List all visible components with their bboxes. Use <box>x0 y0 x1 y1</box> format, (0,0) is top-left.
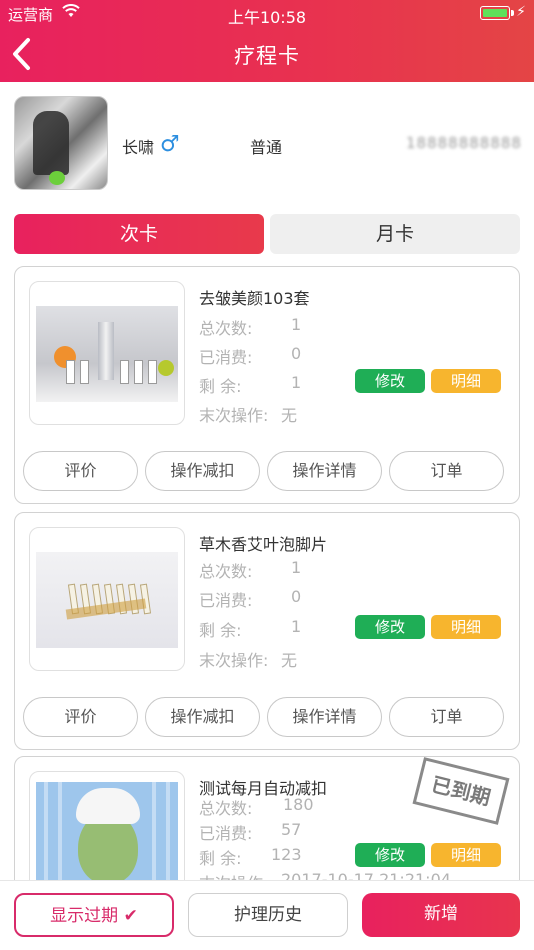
photo-tall-bottle <box>98 322 114 380</box>
deduct-button[interactable]: 操作减扣 <box>145 697 260 737</box>
battery-cap <box>511 10 514 16</box>
review-button[interactable]: 评价 <box>23 451 138 491</box>
detail-button[interactable]: 明细 <box>431 615 501 639</box>
customer-name: 长啸 <box>122 138 155 157</box>
review-button[interactable]: 评价 <box>23 697 138 737</box>
remaining-value: 1 <box>291 373 302 392</box>
product-photo <box>36 552 178 648</box>
last-op-label: 末次操作: <box>199 651 269 670</box>
photo-bottle <box>120 360 129 384</box>
tab-month-card[interactable]: 月卡 <box>270 214 520 254</box>
total-value: 1 <box>291 315 302 334</box>
modify-button[interactable]: 修改 <box>355 369 425 393</box>
avatar[interactable] <box>14 96 108 190</box>
deduct-button[interactable]: 操作减扣 <box>145 451 260 491</box>
customer-profile: 长啸 ♂ 普通 18888888888 <box>0 82 534 202</box>
total-label: 总次数: <box>199 799 253 818</box>
treatment-card: 草木香艾叶泡脚片 总次数: 1 已消费: 0 剩 余: 1 末次操作: 无 修改… <box>14 512 520 750</box>
treatment-card: 去皱美颜103套 总次数: 1 已消费: 0 剩 余: 1 末次操作: 无 修改… <box>14 266 520 504</box>
photo-bottle <box>66 360 75 384</box>
total-label: 总次数: <box>199 319 253 338</box>
status-time: 上午10:58 <box>227 8 307 27</box>
total-label: 总次数: <box>199 562 253 581</box>
consumed-value: 0 <box>291 344 302 363</box>
care-history-button[interactable]: 护理历史 <box>188 893 348 937</box>
last-op-value: 无 <box>281 651 298 670</box>
tab-count-card[interactable]: 次卡 <box>14 214 264 254</box>
product-image <box>29 527 185 671</box>
remaining-value: 123 <box>271 845 302 864</box>
status-bar: 运营商 上午10:58 ⚡ <box>0 0 534 28</box>
add-button[interactable]: 新增 <box>362 893 520 937</box>
card-title: 去皱美颜103套 <box>199 289 310 308</box>
consumed-value: 57 <box>281 820 302 839</box>
avatar-figure <box>33 111 69 175</box>
photo-bottle <box>134 360 143 384</box>
photo-towel <box>76 788 140 824</box>
operation-detail-button[interactable]: 操作详情 <box>267 697 382 737</box>
consumed-value: 0 <box>291 587 302 606</box>
male-gender-icon: ♂ <box>160 132 180 157</box>
last-op-label: 末次操作: <box>199 406 269 425</box>
photo-bottle <box>80 360 89 384</box>
operation-detail-button[interactable]: 操作详情 <box>267 451 382 491</box>
product-image <box>29 281 185 425</box>
remaining-label: 剩 余: <box>199 377 242 396</box>
battery-icon <box>480 6 510 20</box>
detail-button[interactable]: 明细 <box>431 843 501 867</box>
modify-button[interactable]: 修改 <box>355 843 425 867</box>
remaining-label: 剩 余: <box>199 849 242 868</box>
photo-fruit <box>158 360 174 376</box>
order-button[interactable]: 订单 <box>389 697 504 737</box>
expired-stamp: 已到期 <box>412 757 510 825</box>
modify-button[interactable]: 修改 <box>355 615 425 639</box>
member-level: 普通 <box>250 138 283 157</box>
last-op-value: 无 <box>281 406 298 425</box>
bottom-action-bar: 显示过期 ✔ 护理历史 新增 <box>0 880 534 950</box>
photo-bottle <box>148 360 157 384</box>
consumed-label: 已消费: <box>199 824 253 843</box>
consumed-label: 已消费: <box>199 348 253 367</box>
show-expired-button[interactable]: 显示过期 ✔ <box>14 893 174 937</box>
remaining-value: 1 <box>291 617 302 636</box>
remaining-label: 剩 余: <box>199 621 242 640</box>
wechat-badge-icon <box>49 171 65 185</box>
consumed-label: 已消费: <box>199 591 253 610</box>
card-title: 草木香艾叶泡脚片 <box>199 535 328 554</box>
detail-button[interactable]: 明细 <box>431 369 501 393</box>
total-value: 180 <box>283 795 314 814</box>
customer-phone: 18888888888 <box>406 134 522 152</box>
charging-icon: ⚡ <box>516 4 526 20</box>
page-title: 疗程卡 <box>234 44 300 68</box>
order-button[interactable]: 订单 <box>389 451 504 491</box>
total-value: 1 <box>291 558 302 577</box>
product-photo <box>36 306 178 402</box>
nav-header: 运营商 上午10:58 ⚡ 疗程卡 <box>0 0 534 82</box>
